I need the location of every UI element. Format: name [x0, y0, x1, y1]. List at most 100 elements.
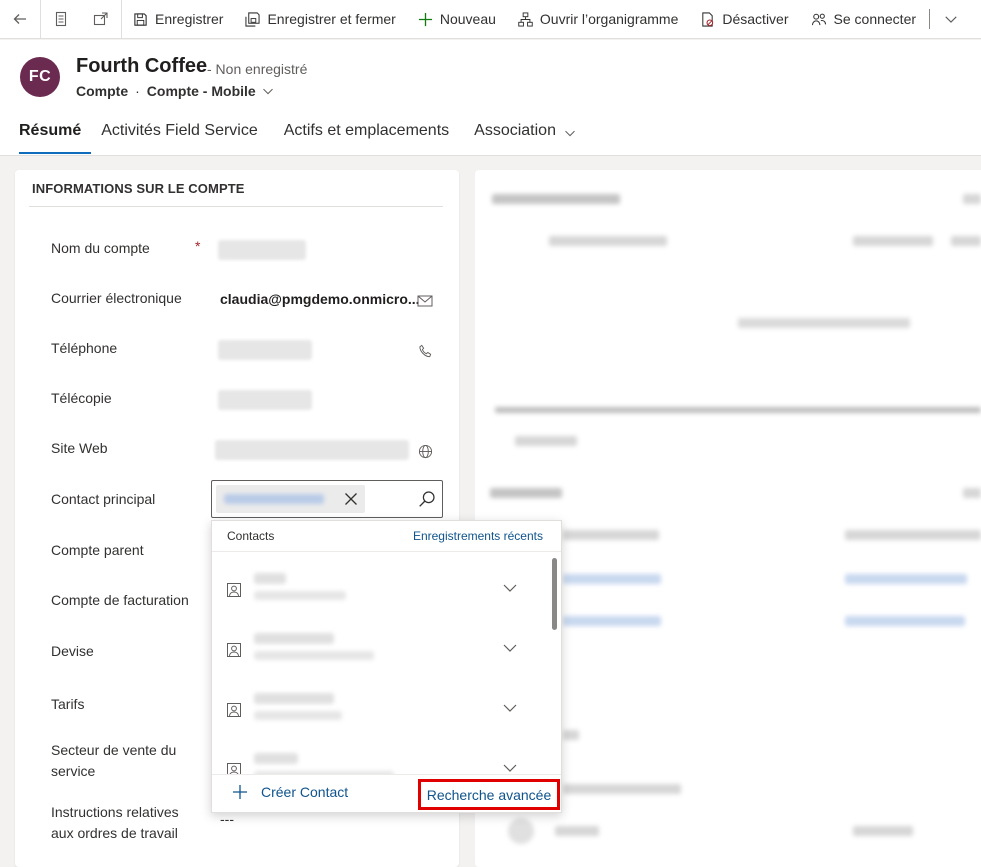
dropdown-scrollbar[interactable]: [552, 558, 557, 630]
form-name: Compte - Mobile: [146, 83, 256, 99]
section-divider: [29, 206, 443, 207]
field-label-primary-contact: Contact principal: [51, 491, 156, 507]
open-website-button[interactable]: [416, 442, 434, 460]
dropdown-header: Contacts Enregistrements récents: [212, 521, 561, 552]
contact-detail: [254, 651, 374, 660]
call-button[interactable]: [416, 342, 434, 360]
field-label-currency: Devise: [51, 643, 94, 659]
open-new-window-button[interactable]: [81, 0, 121, 39]
chevron-down-icon: [945, 16, 957, 23]
list-item[interactable]: [212, 678, 548, 738]
back-arrow-icon: [13, 14, 26, 24]
field-label-work-order-instructions: Instructions relatives aux ordres de tra…: [51, 804, 179, 841]
close-icon[interactable]: [343, 491, 359, 507]
field-label-phone: Téléphone: [51, 340, 118, 356]
list-item[interactable]: [212, 558, 548, 618]
website-input[interactable]: [215, 440, 409, 460]
primary-contact-lookup[interactable]: [211, 480, 443, 518]
tab-label: Actifs et emplacements: [283, 122, 450, 139]
section-title: INFORMATIONS SUR LE COMPTE: [32, 181, 245, 196]
plus-icon: [418, 12, 432, 26]
command-bar: Enregistrer Enregistrer et fermer Nouvea…: [0, 0, 981, 39]
plus-icon: [233, 785, 247, 799]
deactivate-icon: [702, 11, 714, 27]
field-label-email: Courrier électronique: [51, 290, 182, 306]
tab-assets-locations[interactable]: Actifs et emplacements: [268, 116, 459, 156]
work-order-instructions-value[interactable]: ---: [220, 811, 234, 827]
phone-input[interactable]: [218, 340, 312, 360]
entity-form-selector[interactable]: Compte · Compte - Mobile: [76, 83, 274, 99]
page-title: Fourth Coffee: [76, 55, 208, 77]
field-label-account-name: Nom du compte: [51, 240, 150, 256]
entity-name: Compte: [76, 83, 129, 99]
tab-field-service-activities[interactable]: Activités Field Service: [91, 116, 268, 156]
contact-icon: [227, 583, 241, 597]
chevron-down-icon: [565, 130, 575, 137]
open-org-chart-label: Ouvrir l’organigramme: [539, 11, 679, 27]
back-button[interactable]: [0, 0, 40, 39]
tab-label: Résumé: [19, 122, 82, 139]
new-button[interactable]: Nouveau: [407, 0, 507, 39]
new-label: Nouveau: [439, 11, 496, 27]
tab-label: Association: [474, 122, 556, 139]
save-and-close-button[interactable]: Enregistrer et fermer: [234, 0, 406, 39]
field-label-parent-account: Compte parent: [51, 542, 144, 558]
create-contact-button[interactable]: Créer Contact: [232, 784, 348, 800]
record-header: FC Fourth Coffee - Non enregistré Compte…: [0, 40, 981, 156]
save-close-icon: [245, 11, 261, 27]
search-icon[interactable]: [418, 490, 436, 508]
connect-button[interactable]: Se connecter: [800, 0, 928, 39]
people-connect-icon: [811, 13, 826, 25]
field-label-price-list: Tarifs: [51, 696, 85, 712]
chevron-down-icon: [262, 88, 273, 95]
field-label-service-territory: Secteur de vente du service: [51, 742, 177, 779]
contact-icon: [227, 703, 241, 717]
selected-contact-chip[interactable]: [216, 485, 365, 513]
save-label: Enregistrer: [155, 11, 224, 27]
field-label-website: Site Web: [51, 440, 108, 456]
email-field[interactable]: claudia@pmgdemo.onmicro...: [220, 291, 420, 307]
account-name-input[interactable]: [218, 240, 306, 260]
tab-summary[interactable]: Résumé: [0, 116, 92, 156]
chevron-down-icon[interactable]: [502, 580, 518, 596]
org-chart-icon: [518, 11, 533, 27]
field-label-fax: Télécopie: [51, 390, 112, 406]
contact-name: [254, 633, 334, 644]
selected-contact-name: [224, 494, 324, 504]
command-divider: [929, 9, 931, 29]
field-label-billing-account: Compte de facturation: [51, 592, 189, 608]
recent-records-link[interactable]: Enregistrements récents: [413, 529, 543, 543]
deactivate-label: Désactiver: [722, 11, 789, 27]
form-view-button[interactable]: [41, 0, 81, 39]
save-and-close-label: Enregistrer et fermer: [267, 11, 396, 27]
contact-icon: [227, 643, 241, 657]
avatar: FC: [20, 57, 60, 97]
tab-association[interactable]: Association: [459, 116, 586, 156]
open-new-window-icon: [93, 12, 108, 26]
list-item[interactable]: [212, 618, 548, 678]
phone-icon: [418, 344, 431, 357]
more-commands-button[interactable]: [936, 0, 966, 39]
send-email-icon: [417, 295, 433, 307]
contact-name: [254, 573, 286, 584]
advanced-search-button[interactable]: Recherche avancée: [418, 779, 560, 810]
form-icon: [55, 11, 67, 27]
contact-detail: [254, 711, 342, 720]
open-org-chart-button[interactable]: Ouvrir l’organigramme: [507, 0, 689, 39]
advanced-search-label: Recherche avancée: [426, 786, 552, 803]
deactivate-button[interactable]: Désactiver: [689, 0, 799, 39]
contact-detail: [254, 591, 346, 600]
dropdown-footer: Créer Contact Recherche avancée: [212, 774, 561, 812]
send-email-button[interactable]: [416, 292, 434, 310]
save-button[interactable]: Enregistrer: [122, 0, 234, 39]
globe-icon: [418, 444, 432, 458]
fax-input[interactable]: [218, 390, 312, 410]
contact-lookup-dropdown: Contacts Enregistrements récents Créer C…: [211, 520, 562, 813]
breadcrumb-separator: ·: [135, 83, 140, 99]
dropdown-entity-label: Contacts: [227, 529, 275, 543]
tab-list: Résumé Activités Field Service Actifs et…: [0, 116, 586, 156]
chevron-down-icon[interactable]: [502, 700, 518, 716]
contact-name: [254, 693, 334, 704]
chevron-down-icon[interactable]: [502, 640, 518, 656]
tab-label: Activités Field Service: [101, 122, 258, 139]
